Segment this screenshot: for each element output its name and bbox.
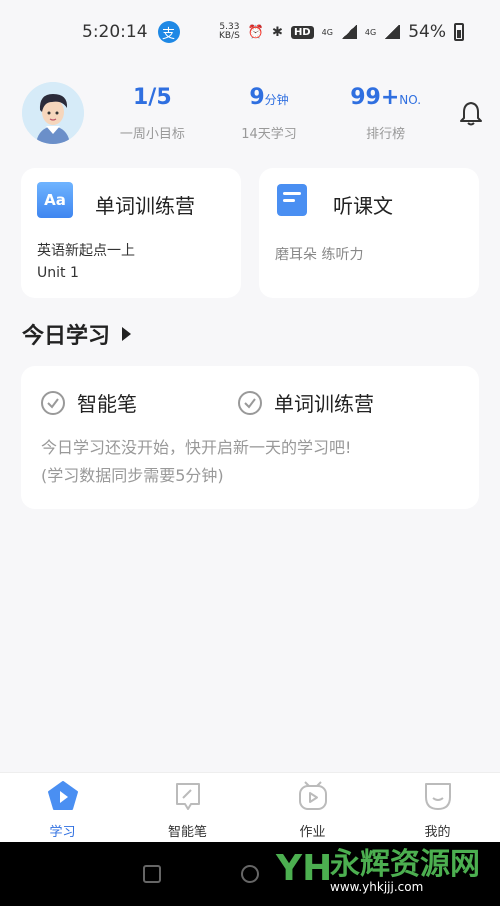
check-item-label: 智能笔 — [77, 392, 137, 416]
alarm-icon: ⏰ — [247, 24, 265, 40]
tab-label: 智能笔 — [167, 825, 207, 840]
today-section-header[interactable]: 今日学习 — [22, 318, 132, 350]
stat-ranking[interactable]: 99+NO. 排行榜 — [331, 85, 441, 142]
signal-icon — [340, 25, 357, 39]
tab-mine[interactable]: 我的 — [375, 773, 500, 842]
stat-label: 排行榜 — [366, 126, 406, 142]
avatar-illustration — [22, 82, 84, 144]
status-time: 5:20:14 — [82, 22, 148, 42]
today-msg-line1: 今日学习还没开始，快开启新一天的学习吧! — [41, 438, 352, 457]
today-message: 今日学习还没开始，快开启新一天的学习吧! (学习数据同步需要5分钟) — [41, 434, 351, 490]
vocab-camp-card[interactable]: Aa 单词训练营 英语新起点一上 Unit 1 — [21, 168, 241, 298]
section-title: 今日学习 — [22, 324, 111, 349]
stat-number: 1/5 — [133, 84, 172, 110]
card-title: 单词训练营 — [95, 194, 195, 218]
tab-smart-pen[interactable]: 智能笔 — [125, 773, 250, 842]
watermark-logo: YH — [276, 848, 333, 889]
card-book: 英语新起点一上 — [37, 243, 135, 259]
status-bar: 5:20:14 支 5.33 KB/S ⏰ ✱ HD 4G 4G 54% — [0, 0, 500, 64]
check-item-label: 单词训练营 — [274, 392, 374, 416]
tab-label: 我的 — [424, 825, 451, 840]
check-item-smart-pen[interactable]: 智能笔 — [41, 388, 137, 417]
stat-study-time[interactable]: 9分钟 14天学习 — [214, 85, 324, 142]
check-icon — [238, 390, 262, 415]
vocab-icon-text: Aa — [44, 191, 66, 209]
vocab-aa-icon: Aa — [37, 182, 73, 218]
tv-play-icon — [298, 781, 327, 810]
bell-icon[interactable] — [458, 100, 484, 126]
card-subtitle: 磨耳朵 练听力 — [275, 247, 364, 263]
stat-number: 9 — [249, 84, 265, 110]
card-title: 听课文 — [333, 194, 393, 218]
tab-homework[interactable]: 作业 — [250, 773, 375, 842]
avatar[interactable] — [22, 82, 84, 144]
battery-icon — [454, 23, 464, 41]
watermark-text-block: 永辉资源网 www.yhkjjj.com — [330, 847, 480, 895]
today-msg-line2: (学习数据同步需要5分钟) — [41, 466, 224, 485]
net-speed: 5.33 KB/S — [219, 23, 240, 41]
stat-unit: 分钟 — [264, 92, 289, 107]
pen-icon — [175, 783, 200, 810]
net-type-2: 4G — [364, 27, 377, 37]
check-item-vocab-camp[interactable]: 单词训练营 — [238, 388, 374, 417]
alipay-icon: 支 — [157, 21, 180, 43]
profile-header: 1/5 一周小目标 9分钟 14天学习 99+NO. 排行榜 — [22, 82, 484, 144]
home-button[interactable] — [241, 865, 259, 883]
stat-unit: NO. — [399, 92, 422, 107]
bottom-tab-bar: 学习 智能笔 作业 我的 — [0, 772, 500, 842]
status-left: 5:20:14 支 — [82, 21, 180, 43]
watermark-text: 永辉资源网 — [330, 847, 480, 882]
watermark-url: www.yhkjjj.com — [330, 880, 424, 894]
stat-value: 9分钟 — [214, 85, 324, 117]
tab-label: 作业 — [299, 825, 326, 840]
net-type-1: 4G — [321, 27, 333, 37]
card-unit: Unit 1 — [37, 265, 79, 281]
tab-study[interactable]: 学习 — [0, 773, 125, 842]
check-icon — [41, 390, 65, 415]
profile-smile-icon — [424, 783, 451, 810]
net-speed-unit: KB/S — [219, 31, 240, 41]
play-triangle-icon — [122, 327, 132, 341]
card-subtitle: 英语新起点一上 Unit 1 — [37, 240, 135, 284]
stat-weekly-goal[interactable]: 1/5 一周小目标 — [97, 85, 207, 142]
recent-apps-button[interactable] — [143, 865, 161, 883]
stat-number: 99+ — [350, 84, 400, 110]
listen-text-card[interactable]: 听课文 磨耳朵 练听力 — [259, 168, 479, 298]
stat-label: 一周小目标 — [119, 126, 185, 142]
play-pentagon-icon — [47, 781, 78, 810]
stat-value: 99+NO. — [331, 85, 441, 117]
battery-percent: 54% — [408, 22, 446, 42]
document-icon — [277, 184, 307, 216]
bluetooth-icon: ✱ — [272, 24, 283, 40]
stats-row: 1/5 一周小目标 9分钟 14天学习 99+NO. 排行榜 — [94, 85, 444, 142]
stat-label: 14天学习 — [241, 126, 297, 142]
tab-label: 学习 — [49, 825, 76, 840]
stat-value: 1/5 — [97, 85, 207, 117]
watermark: YH 永辉资源网 www.yhkjjj.com — [276, 848, 480, 896]
signal-icon-2 — [384, 25, 401, 39]
hd-badge: HD — [290, 25, 314, 39]
today-study-card: 智能笔 单词训练营 今日学习还没开始，快开启新一天的学习吧! (学习数据同步需要… — [21, 366, 479, 509]
status-right: 5.33 KB/S ⏰ ✱ HD 4G 4G 54% — [219, 22, 464, 42]
